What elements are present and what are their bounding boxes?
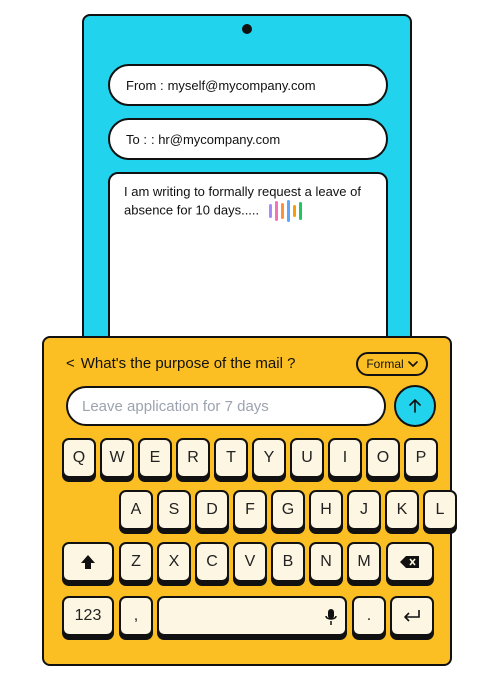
key-u[interactable]: U (290, 438, 324, 478)
voice-wave-bar (268, 204, 272, 218)
from-field[interactable]: From : myself@mycompany.com (108, 64, 388, 106)
backspace-icon (400, 556, 419, 568)
key-label: B (282, 553, 294, 570)
email-body[interactable]: I am writing to formally request a leave… (108, 172, 388, 362)
key-e[interactable]: E (138, 438, 172, 478)
key-label: I (342, 449, 348, 466)
period-key[interactable]: . (352, 596, 386, 636)
voice-wave-icon (268, 200, 302, 222)
key-label: T (226, 449, 236, 466)
key-b[interactable]: B (271, 542, 305, 582)
key-label: E (149, 449, 161, 466)
from-value: myself@mycompany.com (167, 77, 316, 93)
key-label: P (415, 449, 427, 466)
key-label: J (360, 501, 368, 518)
key-label: V (244, 553, 256, 570)
prompt-input[interactable]: Leave application for 7 days (66, 386, 386, 426)
key-label: D (206, 501, 218, 518)
assistant-question: < What's the purpose of the mail ? (66, 355, 295, 372)
back-icon[interactable]: < (66, 355, 75, 372)
key-r[interactable]: R (176, 438, 210, 478)
key-label: K (396, 501, 408, 518)
keyboard-panel: < What's the purpose of the mail ? Formal… (42, 336, 457, 666)
key-label: O (376, 449, 390, 466)
question-text: What's the purpose of the mail ? (80, 355, 296, 372)
prompt-placeholder: Leave application for 7 days (82, 397, 269, 415)
key-j[interactable]: J (347, 490, 381, 530)
email-body-text: I am writing to formally request a leave… (124, 184, 361, 218)
key-x[interactable]: X (157, 542, 191, 582)
key-label: X (168, 553, 180, 570)
key-y[interactable]: Y (252, 438, 286, 478)
key-label: Q (72, 449, 86, 466)
key-label: U (301, 449, 313, 466)
key-q[interactable]: Q (62, 438, 96, 478)
key-h[interactable]: H (309, 490, 343, 530)
tone-label: Formal (366, 357, 404, 371)
backspace-key[interactable] (386, 542, 434, 582)
key-a[interactable]: A (119, 490, 153, 530)
arrow-up-icon (409, 399, 421, 413)
key-label: H (320, 501, 332, 518)
from-label: From : (126, 77, 164, 93)
voice-wave-bar (298, 202, 302, 220)
to-value: : hr@mycompany.com (150, 131, 281, 147)
key-label: C (206, 553, 218, 570)
key-v[interactable]: V (233, 542, 267, 582)
voice-wave-bar (292, 205, 296, 217)
key-i[interactable]: I (328, 438, 362, 478)
key-label: Z (131, 553, 141, 570)
key-label: . (366, 607, 372, 624)
key-label: A (130, 501, 142, 518)
key-o[interactable]: O (366, 438, 400, 478)
enter-key[interactable] (390, 596, 434, 636)
comma-key[interactable]: , (119, 596, 153, 636)
key-g[interactable]: G (271, 490, 305, 530)
shift-icon (81, 555, 95, 569)
key-label: G (281, 501, 295, 518)
space-bar[interactable] (157, 596, 347, 636)
key-label: W (109, 449, 125, 466)
tone-dropdown[interactable]: Formal (356, 352, 428, 376)
microphone-icon (325, 609, 337, 625)
key-label: N (320, 553, 332, 570)
voice-wave-bar (280, 203, 284, 219)
key-d[interactable]: D (195, 490, 229, 530)
key-label: , (133, 607, 139, 624)
key-m[interactable]: M (347, 542, 381, 582)
key-l[interactable]: L (423, 490, 457, 530)
key-label: S (168, 501, 180, 518)
send-button[interactable] (394, 385, 436, 427)
voice-wave-bar (274, 201, 278, 221)
key-label: M (357, 553, 371, 570)
to-field[interactable]: To : : hr@mycompany.com (108, 118, 388, 160)
to-label: To : (126, 131, 147, 147)
key-label: L (435, 501, 445, 518)
numbers-key[interactable]: 123 (62, 596, 114, 636)
key-n[interactable]: N (309, 542, 343, 582)
key-z[interactable]: Z (119, 542, 153, 582)
key-k[interactable]: K (385, 490, 419, 530)
enter-icon (404, 610, 420, 622)
shift-key[interactable] (62, 542, 114, 582)
voice-wave-bar (286, 200, 290, 222)
key-label: F (245, 501, 255, 518)
key-label: Y (263, 449, 275, 466)
key-s[interactable]: S (157, 490, 191, 530)
key-c[interactable]: C (195, 542, 229, 582)
key-label: 123 (74, 607, 102, 624)
key-t[interactable]: T (214, 438, 248, 478)
key-w[interactable]: W (100, 438, 134, 478)
key-p[interactable]: P (404, 438, 438, 478)
phone-screen: From : myself@mycompany.com To : : hr@my… (82, 14, 412, 362)
chevron-down-icon (407, 361, 418, 367)
key-label: R (187, 449, 199, 466)
key-f[interactable]: F (233, 490, 267, 530)
camera-dot (242, 24, 252, 34)
